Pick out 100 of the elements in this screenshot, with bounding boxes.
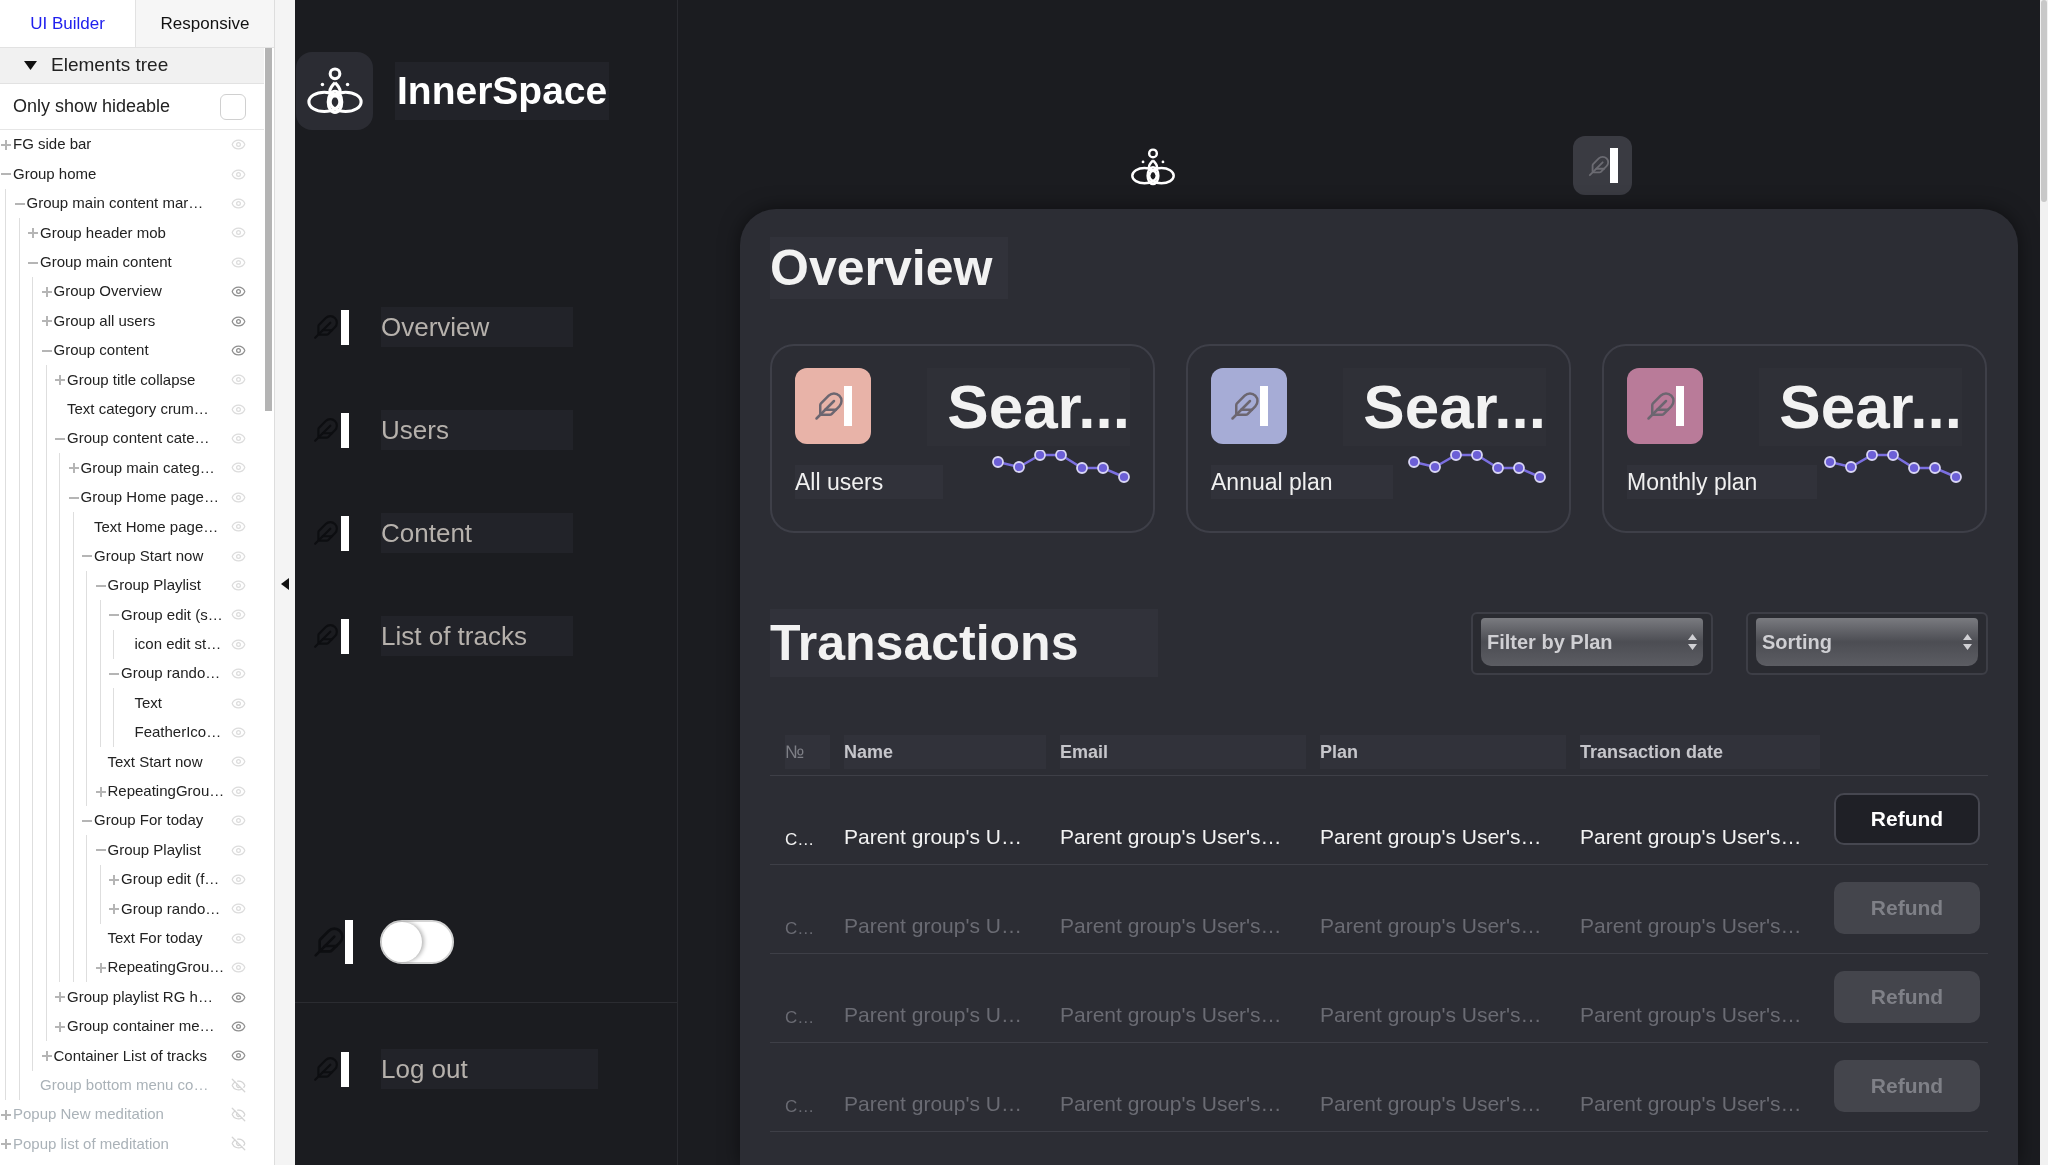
- tree-item[interactable]: Group playlist RG h…: [67, 985, 213, 1009]
- plus-icon[interactable]: [55, 375, 65, 386]
- tree-item[interactable]: Container List of tracks: [53, 1044, 207, 1068]
- nav-link[interactable]: Overview: [381, 307, 573, 347]
- plus-icon[interactable]: [41, 316, 52, 327]
- eye-icon[interactable]: [231, 842, 246, 858]
- tree-item[interactable]: Group content cate…: [67, 427, 210, 450]
- plus-icon[interactable]: [95, 962, 106, 973]
- eye-off-icon[interactable]: [231, 1136, 246, 1152]
- plus-icon[interactable]: [95, 786, 106, 797]
- collapse-arrow-icon[interactable]: [281, 578, 289, 590]
- eye-icon[interactable]: [231, 460, 246, 476]
- tree-item[interactable]: Group title collapse: [67, 368, 196, 392]
- section-header[interactable]: Elements tree: [0, 48, 264, 84]
- eye-icon[interactable]: [231, 284, 246, 300]
- column-header: Plan: [1320, 735, 1566, 769]
- plus-icon[interactable]: [1, 1139, 11, 1150]
- dropdown[interactable]: Sorting: [1746, 611, 1988, 675]
- eye-icon[interactable]: [231, 666, 246, 682]
- tree-item[interactable]: Group home: [13, 162, 97, 186]
- tree-item[interactable]: Text: [134, 691, 162, 715]
- tree-item[interactable]: Group Overview: [53, 280, 162, 303]
- panel-tab[interactable]: Responsive: [135, 0, 274, 47]
- eye-icon[interactable]: [231, 607, 246, 623]
- tree-item[interactable]: RepeatingGrou…: [107, 956, 225, 979]
- eye-icon[interactable]: [231, 372, 246, 388]
- nav-link[interactable]: List of tracks: [381, 616, 573, 656]
- eye-icon[interactable]: [231, 960, 246, 976]
- plus-icon[interactable]: [1, 1109, 11, 1120]
- eye-off-icon[interactable]: [231, 1107, 246, 1123]
- eye-icon[interactable]: [231, 989, 246, 1005]
- eye-icon[interactable]: [231, 342, 246, 358]
- eye-icon[interactable]: [231, 225, 246, 241]
- logout-link[interactable]: Log out: [381, 1049, 598, 1089]
- nav-link[interactable]: Users: [381, 410, 573, 450]
- tree-item[interactable]: Group main content: [40, 251, 172, 274]
- nav-link[interactable]: Content: [381, 513, 573, 553]
- plus-icon[interactable]: [55, 992, 65, 1003]
- tree-item[interactable]: Group For today: [94, 809, 204, 832]
- tree-item[interactable]: Group Start now: [94, 544, 204, 568]
- plus-icon[interactable]: [109, 904, 119, 915]
- tree-item[interactable]: Text Start now: [107, 750, 203, 774]
- eye-icon[interactable]: [231, 489, 246, 505]
- tree-item[interactable]: Text Home page…: [94, 515, 219, 538]
- eye-icon[interactable]: [231, 871, 246, 887]
- eye-icon[interactable]: [231, 137, 246, 153]
- tree-item[interactable]: Group content: [53, 339, 149, 362]
- tree-item[interactable]: FG side bar: [13, 133, 92, 156]
- refund-button[interactable]: Refund: [1834, 793, 1980, 845]
- dropdown[interactable]: Filter by Plan: [1471, 611, 1713, 675]
- eye-icon[interactable]: [231, 1018, 246, 1034]
- eye-icon[interactable]: [231, 636, 246, 652]
- tree-item[interactable]: icon edit st…: [134, 633, 222, 656]
- eye-icon[interactable]: [231, 254, 246, 270]
- tree-item[interactable]: Group Playlist: [107, 574, 201, 597]
- toggle-switch[interactable]: [380, 920, 454, 964]
- plus-icon[interactable]: [28, 228, 38, 239]
- tree-item[interactable]: Group edit (s…: [121, 603, 223, 627]
- eye-icon[interactable]: [231, 548, 246, 564]
- tree-item[interactable]: Text For today: [107, 927, 203, 950]
- eye-icon[interactable]: [231, 754, 246, 770]
- tree-item[interactable]: Group header mob: [40, 221, 166, 245]
- plus-icon[interactable]: [41, 1051, 52, 1062]
- feather-button[interactable]: [1573, 136, 1632, 195]
- eye-icon[interactable]: [231, 431, 246, 447]
- tree-item[interactable]: Group Playlist: [107, 838, 201, 862]
- eye-icon[interactable]: [231, 195, 246, 211]
- plus-icon[interactable]: [55, 1021, 65, 1032]
- eye-icon[interactable]: [231, 725, 246, 740]
- eye-icon[interactable]: [231, 1048, 246, 1064]
- plus-icon[interactable]: [41, 286, 52, 297]
- plus-icon[interactable]: [68, 463, 79, 474]
- eye-icon[interactable]: [231, 695, 246, 711]
- tree-item[interactable]: Group main content mar…: [26, 192, 204, 215]
- tree-item[interactable]: Group rando…: [121, 897, 221, 921]
- tree-item[interactable]: Group main categ…: [80, 456, 215, 480]
- plus-icon[interactable]: [1, 140, 11, 150]
- tree-item[interactable]: Text category crum…: [67, 397, 209, 421]
- eye-icon[interactable]: [231, 313, 246, 329]
- tree-item[interactable]: Group edit (f…: [121, 868, 220, 891]
- eye-icon[interactable]: [231, 401, 246, 417]
- tree-item[interactable]: Group rando…: [121, 662, 221, 685]
- scrollbar[interactable]: [265, 48, 272, 411]
- eye-icon[interactable]: [231, 930, 246, 946]
- tree-item[interactable]: RepeatingGrou…: [107, 780, 225, 803]
- eye-icon[interactable]: [231, 901, 246, 917]
- eye-icon[interactable]: [231, 578, 246, 594]
- eye-icon[interactable]: [231, 813, 246, 829]
- tree-item[interactable]: Group all users: [53, 309, 156, 333]
- tree-item[interactable]: FeatherIco…: [134, 721, 222, 744]
- eye-off-icon[interactable]: [231, 1077, 246, 1093]
- tree-item[interactable]: Group Home page…: [80, 486, 219, 509]
- plus-icon[interactable]: [109, 874, 119, 885]
- eye-icon[interactable]: [231, 783, 246, 799]
- tree-item[interactable]: Group container me…: [67, 1015, 215, 1038]
- eye-icon[interactable]: [231, 166, 246, 182]
- table-cell-text: Parent group's User's…: [1060, 1090, 1283, 1117]
- scrollbar[interactable]: [2041, 0, 2047, 202]
- eye-icon[interactable]: [231, 519, 246, 535]
- checkbox[interactable]: [220, 93, 246, 120]
